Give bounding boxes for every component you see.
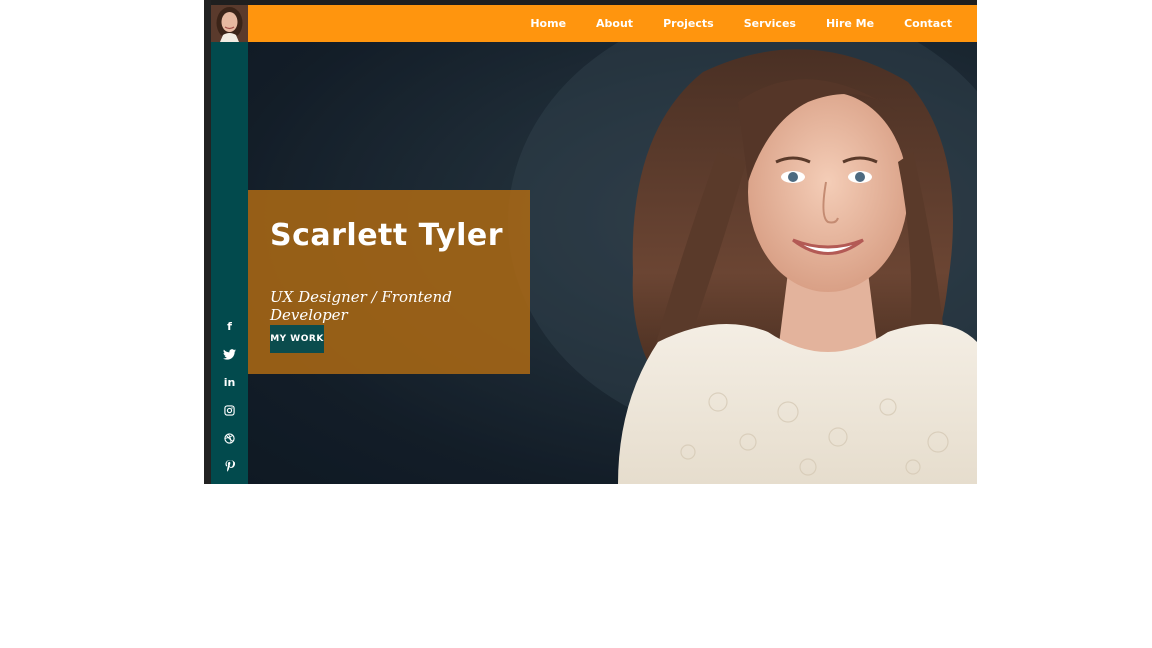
nav-projects[interactable]: Projects xyxy=(648,17,729,30)
nav-about[interactable]: About xyxy=(581,17,648,30)
avatar[interactable] xyxy=(211,5,248,42)
social-links: f in xyxy=(211,312,248,480)
top-navbar: Home About Projects Services Hire Me Con… xyxy=(211,5,977,42)
facebook-icon[interactable]: f xyxy=(211,312,248,340)
twitter-icon[interactable] xyxy=(211,340,248,368)
instagram-icon[interactable] xyxy=(211,396,248,424)
linkedin-icon[interactable]: in xyxy=(211,368,248,396)
intro-card: Scarlett Tyler UX Designer / Frontend De… xyxy=(248,190,530,374)
nav-home[interactable]: Home xyxy=(515,17,581,30)
nav-hire-me[interactable]: Hire Me xyxy=(811,17,889,30)
page-title: Scarlett Tyler xyxy=(270,218,504,253)
my-work-button[interactable]: MY WORK xyxy=(270,325,324,353)
pinterest-icon[interactable] xyxy=(211,452,248,480)
viewport-edge xyxy=(204,0,211,484)
hero-section: Scarlett Tyler UX Designer / Frontend De… xyxy=(248,42,977,484)
main-nav: Home About Projects Services Hire Me Con… xyxy=(515,5,967,42)
nav-services[interactable]: Services xyxy=(729,17,811,30)
browser-viewport: Home About Projects Services Hire Me Con… xyxy=(204,0,977,484)
nav-contact[interactable]: Contact xyxy=(889,17,967,30)
tagline: UX Designer / Frontend Developer xyxy=(270,288,452,324)
dribbble-icon[interactable] xyxy=(211,424,248,452)
social-sidebar: f in xyxy=(211,42,248,484)
